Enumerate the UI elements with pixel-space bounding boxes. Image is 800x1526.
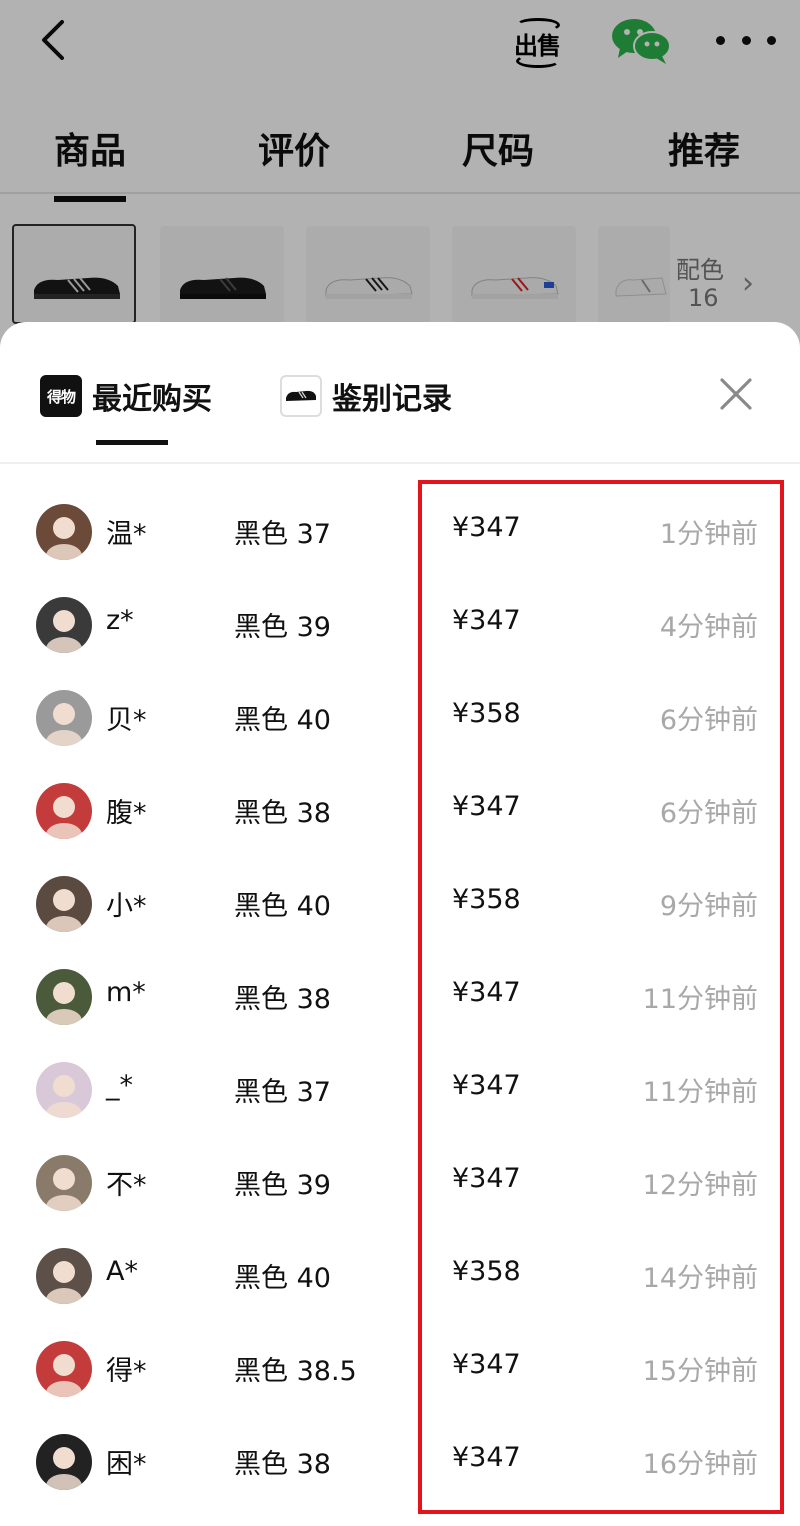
tab-recent-purchases-label: 最近购买 bbox=[92, 382, 212, 417]
tab-authentication-records-label: 鉴别记录 bbox=[332, 382, 452, 417]
avatar[interactable] bbox=[36, 783, 92, 839]
buyer-name: 得* bbox=[106, 1356, 147, 1387]
avatar[interactable] bbox=[36, 1155, 92, 1211]
size-spec: 黑色 38.5 bbox=[234, 1356, 357, 1387]
size-spec: 黑色 38 bbox=[234, 798, 331, 829]
size-spec: 黑色 37 bbox=[234, 519, 331, 550]
shoe-thumbnail-icon bbox=[280, 375, 322, 417]
size-spec: 黑色 38 bbox=[234, 984, 331, 1015]
size-spec: 黑色 39 bbox=[234, 1170, 331, 1201]
avatar[interactable] bbox=[36, 876, 92, 932]
modal-backdrop[interactable] bbox=[0, 0, 800, 360]
highlight-annotation-box bbox=[418, 480, 784, 1514]
size-spec: 黑色 40 bbox=[234, 1263, 331, 1294]
buyer-name: 贝* bbox=[106, 705, 147, 736]
avatar[interactable] bbox=[36, 690, 92, 746]
buyer-name: 温* bbox=[106, 519, 147, 550]
dewu-logo-icon: 得物 bbox=[40, 375, 82, 417]
avatar[interactable] bbox=[36, 1341, 92, 1397]
product-page-background: 出售 商品 评价 尺码 推荐 配色 16 › bbox=[0, 0, 800, 360]
avatar[interactable] bbox=[36, 597, 92, 653]
buyer-name: A* bbox=[106, 1256, 138, 1287]
avatar[interactable] bbox=[36, 969, 92, 1025]
tab-authentication-records[interactable]: 鉴别记录 bbox=[280, 372, 452, 420]
buyer-name: 腹* bbox=[106, 798, 147, 829]
size-spec: 黑色 38 bbox=[234, 1449, 331, 1480]
tab-recent-purchases[interactable]: 得物 最近购买 bbox=[40, 372, 212, 420]
size-spec: 黑色 39 bbox=[234, 612, 331, 643]
size-spec: 黑色 40 bbox=[234, 891, 331, 922]
buyer-name: m* bbox=[106, 977, 146, 1008]
avatar[interactable] bbox=[36, 1434, 92, 1490]
avatar[interactable] bbox=[36, 1248, 92, 1304]
active-tab-indicator bbox=[96, 440, 168, 445]
buyer-name: _* bbox=[106, 1070, 133, 1101]
close-button[interactable] bbox=[716, 374, 756, 414]
buyer-name: 小* bbox=[106, 891, 147, 922]
buyer-name: 不* bbox=[106, 1170, 147, 1201]
avatar[interactable] bbox=[36, 1062, 92, 1118]
sheet-header: 得物 最近购买 鉴别记录 bbox=[0, 322, 800, 464]
avatar[interactable] bbox=[36, 504, 92, 560]
size-spec: 黑色 37 bbox=[234, 1077, 331, 1108]
buyer-name: z* bbox=[106, 605, 134, 636]
buyer-name: 困* bbox=[106, 1449, 147, 1480]
close-icon bbox=[720, 378, 752, 410]
size-spec: 黑色 40 bbox=[234, 705, 331, 736]
